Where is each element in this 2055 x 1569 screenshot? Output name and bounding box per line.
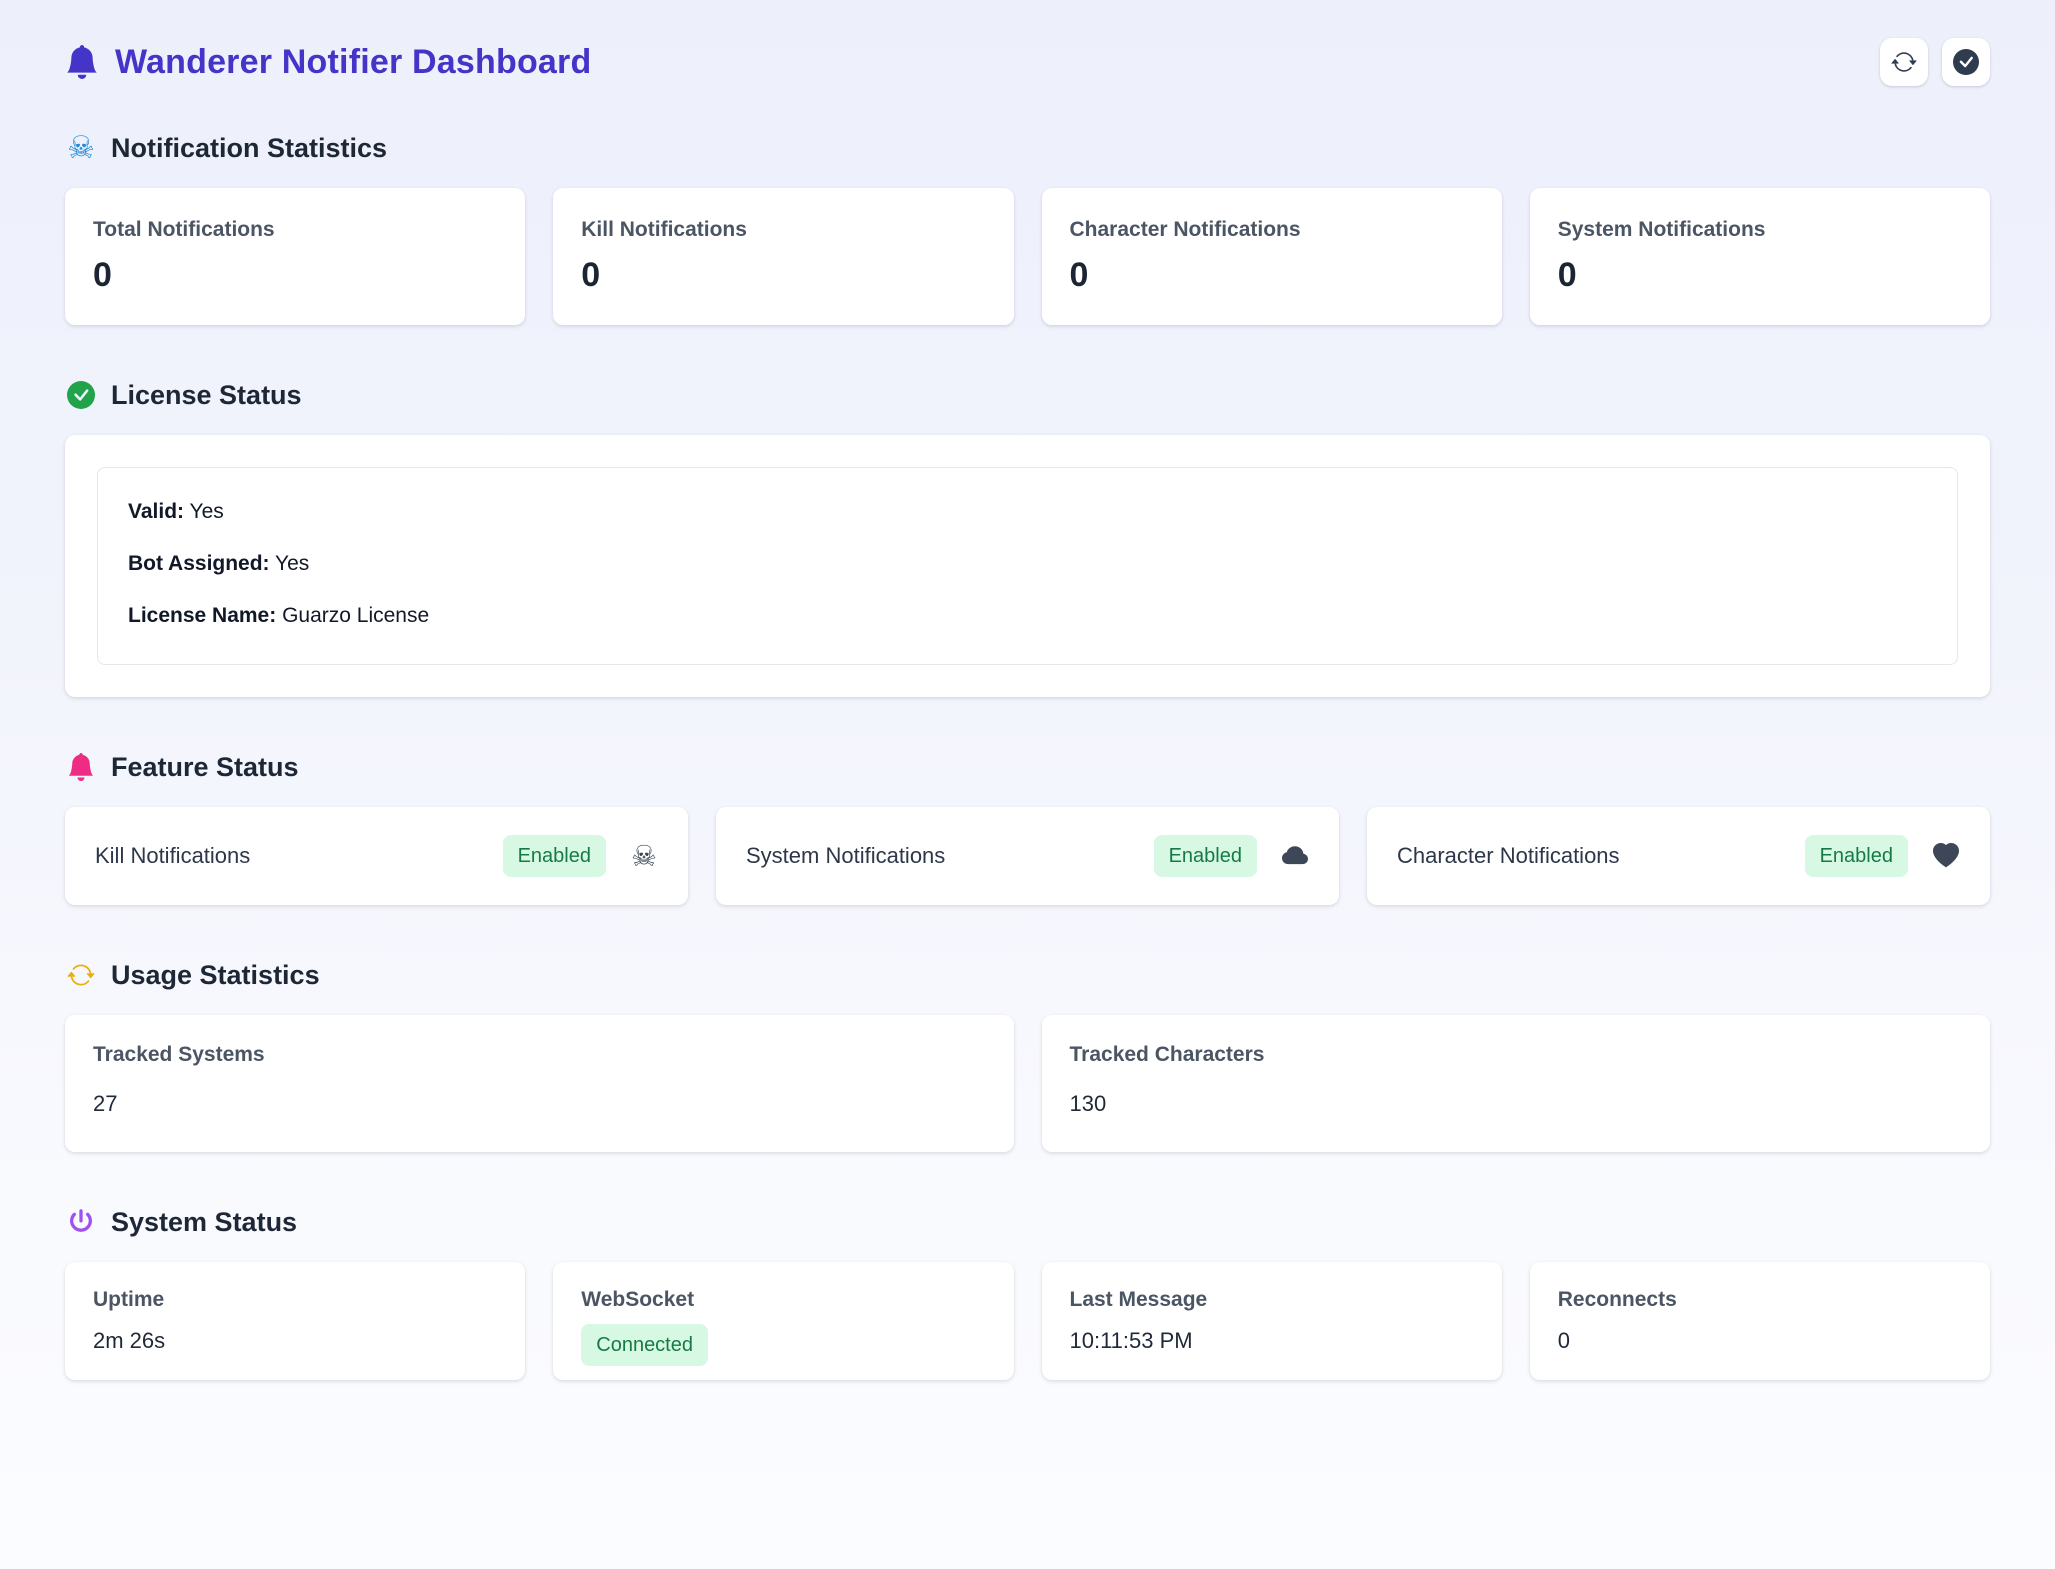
system-card-label: Uptime [93, 1288, 497, 1312]
page-title: Wanderer Notifier Dashboard [115, 43, 591, 82]
feature-card-status-group: Enabled ☠ [503, 835, 658, 877]
license-field-bot-assigned: Bot Assigned: Yes [128, 552, 1927, 576]
feature-card-system-notifications: System Notifications Enabled [716, 807, 1339, 905]
section-usage-statistics: Usage Statistics Tracked Systems27Tracke… [65, 959, 1990, 1152]
feature-status-badge: Enabled [503, 835, 606, 877]
header-actions [1880, 38, 1990, 86]
section-title: Notification Statistics [111, 133, 387, 164]
check-circle-icon [65, 379, 97, 411]
usage-card-value: 27 [93, 1091, 986, 1117]
usage-card-value: 130 [1070, 1091, 1963, 1117]
dashboard-page: Wanderer Notifier Dashboard ☠ Notificati… [0, 0, 2055, 1569]
section-feature-status: Feature Status Kill Notifications Enabled… [65, 751, 1990, 905]
stat-card-value: 0 [1558, 256, 1962, 295]
system-card-value: 2m 26s [93, 1328, 497, 1354]
license-details: Valid: YesBot Assigned: YesLicense Name:… [97, 467, 1958, 665]
stat-card-total-notifications: Total Notifications 0 [65, 188, 525, 325]
usage-card-label: Tracked Characters [1070, 1043, 1963, 1067]
feature-status-grid: Kill Notifications Enabled ☠ System Notific… [65, 807, 1990, 905]
feature-card-character-notifications: Character Notifications Enabled [1367, 807, 1990, 905]
license-field-license-name: License Name: Guarzo License [128, 604, 1927, 628]
refresh-button[interactable] [1880, 38, 1928, 86]
skull-crossbones-icon: ☠ [65, 132, 97, 164]
system-card-label: Reconnects [1558, 1288, 1962, 1312]
app-header: Wanderer Notifier Dashboard [65, 0, 1990, 86]
feature-card-label: System Notifications [746, 843, 945, 869]
license-card: Valid: YesBot Assigned: YesLicense Name:… [65, 435, 1990, 697]
system-status-grid: Uptime 2m 26s WebSocket Connected Last Messa… [65, 1262, 1990, 1380]
sync-icon [65, 959, 97, 991]
stat-card-value: 0 [93, 256, 497, 295]
license-field-label: Bot Assigned: [128, 552, 270, 575]
feature-card-status-group: Enabled [1805, 835, 1960, 877]
license-field-value: Yes [190, 500, 224, 523]
section-header: System Status [65, 1206, 1990, 1238]
section-system-status: System Status Uptime 2m 26s WebSocket Conne… [65, 1206, 1990, 1380]
system-card-reconnects: Reconnects 0 [1530, 1262, 1990, 1380]
section-title: License Status [111, 380, 302, 411]
section-notification-statistics: ☠ Notification Statistics Total Notifica… [65, 132, 1990, 325]
section-title: Feature Status [111, 752, 299, 783]
cloud-icon [1281, 842, 1309, 870]
stat-card-value: 0 [1070, 256, 1474, 295]
stat-card-kill-notifications: Kill Notifications 0 [553, 188, 1013, 325]
section-title: Usage Statistics [111, 960, 320, 991]
system-card-websocket: WebSocket Connected [553, 1262, 1013, 1380]
license-field-valid: Valid: Yes [128, 500, 1927, 524]
system-card-value: 10:11:53 PM [1070, 1328, 1474, 1354]
section-license-status: License Status Valid: YesBot Assigned: Y… [65, 379, 1990, 697]
section-header: Usage Statistics [65, 959, 1990, 991]
section-title: System Status [111, 1207, 297, 1238]
stat-card-system-notifications: System Notifications 0 [1530, 188, 1990, 325]
system-card-label: WebSocket [581, 1288, 985, 1312]
bell-icon [65, 45, 99, 79]
badge-wrap: Connected [581, 1312, 985, 1366]
usage-card-tracked-systems: Tracked Systems 27 [65, 1015, 1014, 1152]
feature-status-badge: Enabled [1154, 835, 1257, 877]
license-field-label: Valid: [128, 500, 184, 523]
usage-card-tracked-characters: Tracked Characters 130 [1042, 1015, 1991, 1152]
feature-card-kill-notifications: Kill Notifications Enabled ☠ [65, 807, 688, 905]
stat-card-label: System Notifications [1558, 218, 1962, 242]
websocket-status-badge: Connected [581, 1324, 708, 1366]
system-card-uptime: Uptime 2m 26s [65, 1262, 525, 1380]
stat-card-character-notifications: Character Notifications 0 [1042, 188, 1502, 325]
power-icon [65, 1206, 97, 1238]
notification-stats-grid: Total Notifications0Kill Notifications0C… [65, 188, 1990, 325]
license-field-value: Yes [275, 552, 309, 575]
section-header: Feature Status [65, 751, 1990, 783]
usage-stats-grid: Tracked Systems 27 Tracked Characters 130 [65, 1015, 1990, 1152]
section-header: License Status [65, 379, 1990, 411]
license-field-value: Guarzo License [282, 604, 429, 627]
heart-icon [1932, 842, 1960, 870]
bell-icon [65, 751, 97, 783]
stat-card-value: 0 [581, 256, 985, 295]
stat-card-label: Kill Notifications [581, 218, 985, 242]
license-field-label: License Name: [128, 604, 276, 627]
skull-crossbones-icon: ☠ [630, 842, 658, 870]
system-card-label: Last Message [1070, 1288, 1474, 1312]
feature-card-label: Kill Notifications [95, 843, 250, 869]
system-card-value: 0 [1558, 1328, 1962, 1354]
feature-card-status-group: Enabled [1154, 835, 1309, 877]
feature-card-label: Character Notifications [1397, 843, 1620, 869]
status-check-button[interactable] [1942, 38, 1990, 86]
stat-card-label: Total Notifications [93, 218, 497, 242]
feature-status-badge: Enabled [1805, 835, 1908, 877]
usage-card-label: Tracked Systems [93, 1043, 986, 1067]
system-card-last-message: Last Message 10:11:53 PM [1042, 1262, 1502, 1380]
stat-card-label: Character Notifications [1070, 218, 1474, 242]
section-header: ☠ Notification Statistics [65, 132, 1990, 164]
